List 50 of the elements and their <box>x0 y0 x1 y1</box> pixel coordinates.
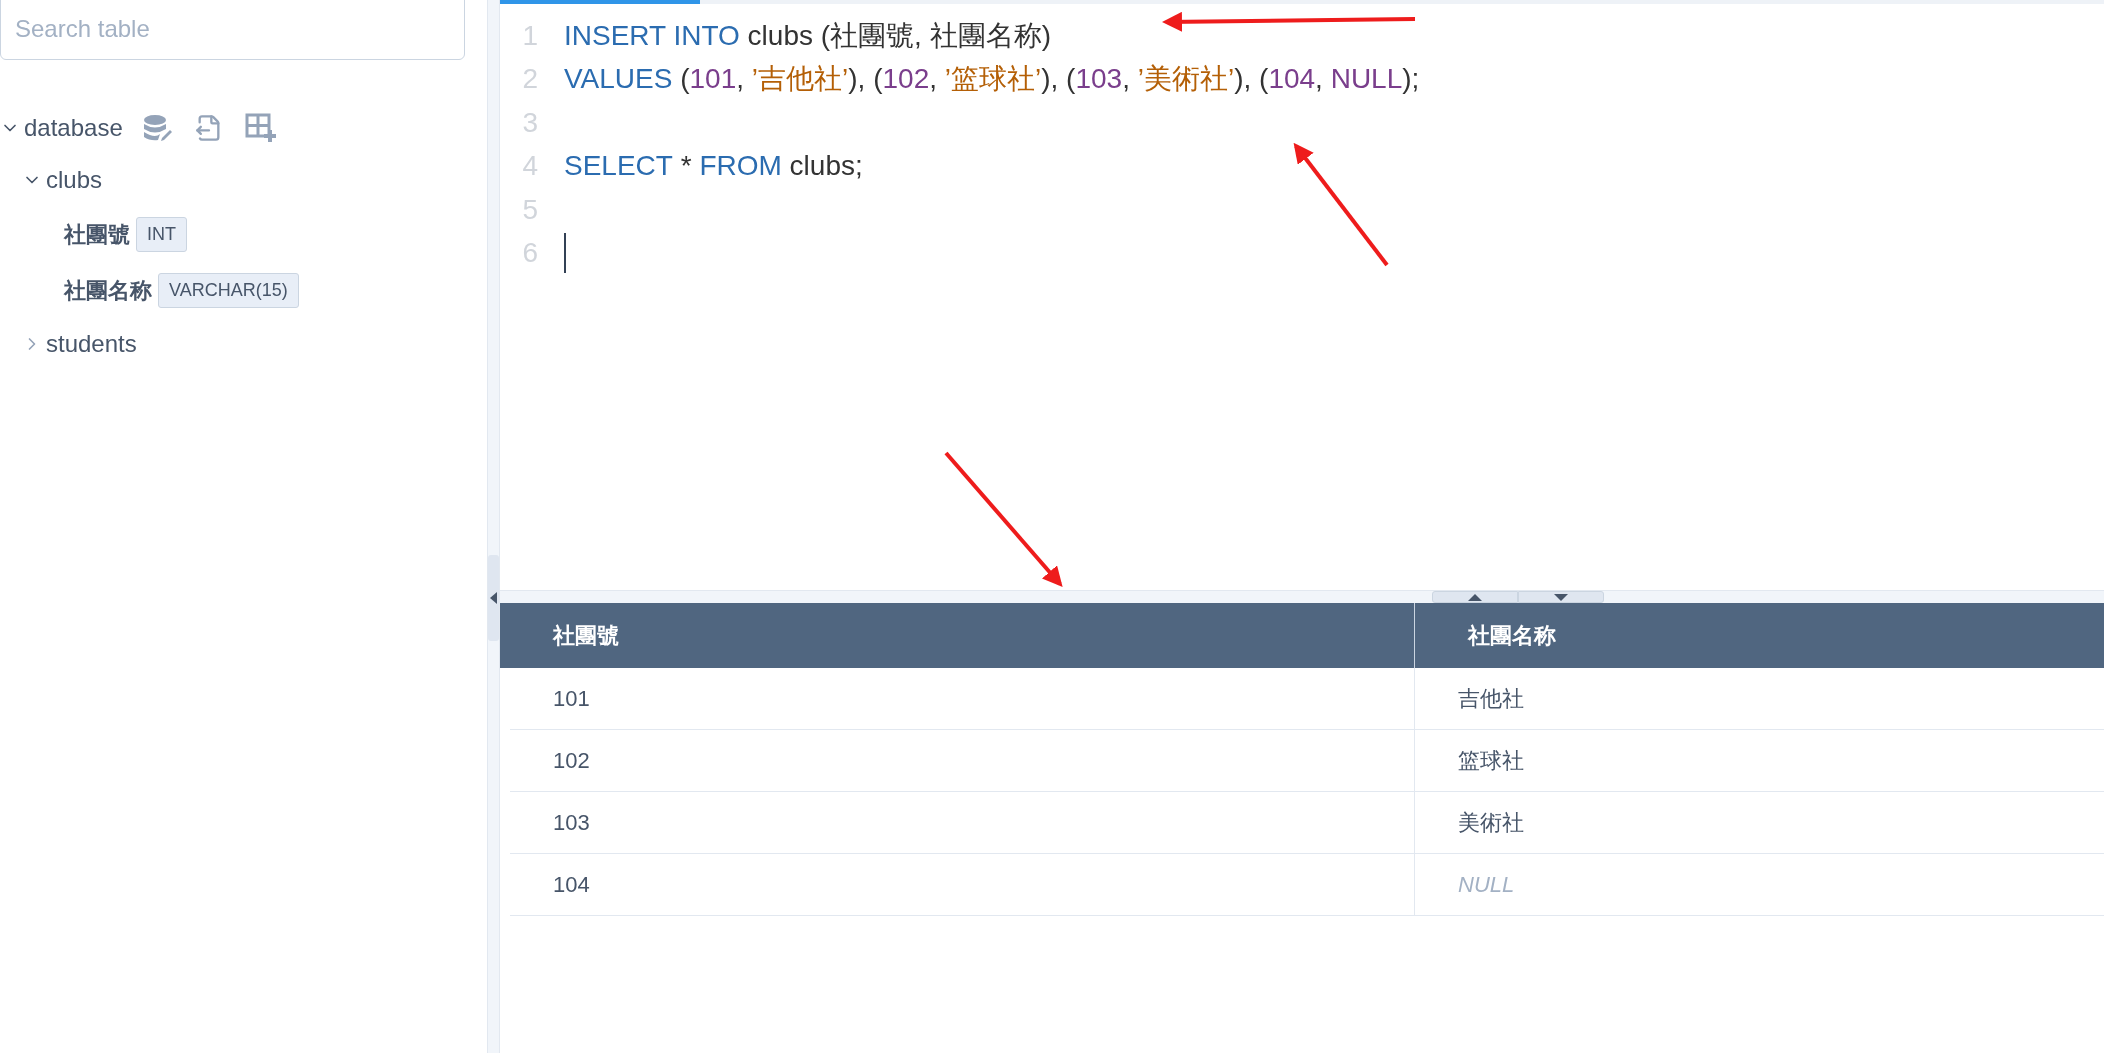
code-token: ), ( <box>848 62 883 97</box>
code-token: clubs; <box>788 149 863 184</box>
code-token: ( <box>679 62 690 97</box>
code-token: * <box>679 149 693 184</box>
code-token: SELECT <box>564 149 673 184</box>
code-token: ), ( <box>1234 62 1269 97</box>
code-token: , <box>1315 62 1324 97</box>
collapse-sidebar-button[interactable] <box>488 555 499 641</box>
code-token: 102 <box>882 62 930 97</box>
search-field[interactable]: Search table <box>0 0 465 60</box>
code-token: INSERT INTO <box>564 18 740 53</box>
code-token: ), ( <box>1041 62 1076 97</box>
code-token: 101 <box>689 62 737 97</box>
table-add-icon[interactable] <box>244 113 277 143</box>
table-item[interactable]: clubs <box>46 162 103 198</box>
caret-up-icon <box>1468 593 1482 601</box>
code-token: , <box>929 62 938 97</box>
code-token: ’吉他社’ <box>751 62 849 97</box>
code-token: VALUES <box>564 62 673 97</box>
table-cell: 104 <box>510 854 1415 915</box>
table-cell: 103 <box>510 792 1415 853</box>
column-name: 社團名称 <box>64 276 152 305</box>
database-edit-icon[interactable] <box>142 114 173 142</box>
code-token: 104 <box>1268 62 1316 97</box>
table-cell: 101 <box>510 668 1415 729</box>
table-cell: 102 <box>510 730 1415 791</box>
code-token: , <box>736 62 746 97</box>
table-item[interactable]: students <box>46 326 137 362</box>
code-token: ’美術社’ <box>1137 62 1235 97</box>
code-token: , <box>1122 62 1131 97</box>
code-token: clubs (社團號, 社團名称) <box>746 18 1051 53</box>
code-token: ); <box>1402 62 1420 97</box>
column-header: 社團號 <box>500 603 1415 668</box>
table-cell-text: NULL <box>1457 871 1516 899</box>
expand-down-button[interactable] <box>1518 591 1604 603</box>
table-cell-text: 吉他社 <box>1457 685 1525 713</box>
expand-up-button[interactable] <box>1432 591 1518 603</box>
caret-down-icon <box>1554 593 1568 601</box>
column-header: 社團名称 <box>1466 622 1557 650</box>
column-type-tag: INT <box>136 216 187 252</box>
code-token: ’篮球社’ <box>944 62 1042 97</box>
table-cell-text: 篮球社 <box>1457 747 1525 775</box>
code-token: FROM <box>699 149 782 184</box>
database-label[interactable]: database <box>24 110 123 146</box>
code-token: NULL <box>1330 62 1403 97</box>
code-token: 103 <box>1075 62 1123 97</box>
table-cell-text: 美術社 <box>1457 809 1525 837</box>
caret-left-icon <box>490 592 497 604</box>
column-type-tag: VARCHAR(15) <box>158 272 299 308</box>
column-name: 社團號 <box>64 220 130 249</box>
